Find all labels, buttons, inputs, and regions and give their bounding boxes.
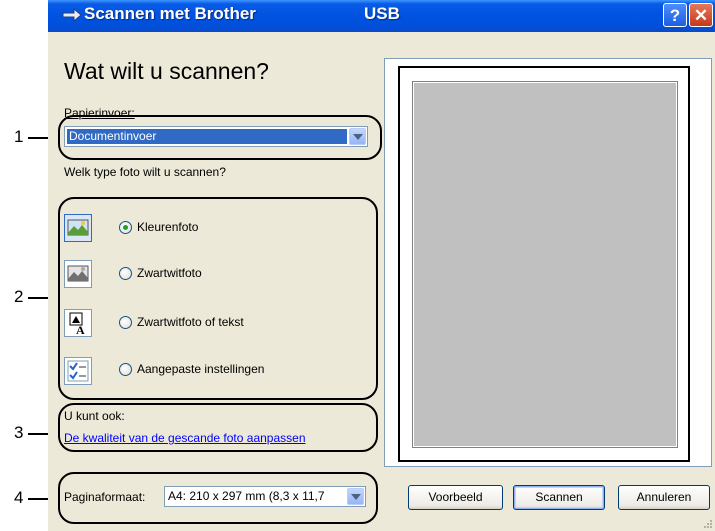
preview-page <box>414 83 676 446</box>
resize-grip-icon[interactable] <box>703 519 713 529</box>
page-title: Wat wilt u scannen? <box>64 58 269 84</box>
callout-number-3: 3 <box>14 423 24 442</box>
callout-outline-3 <box>58 403 378 452</box>
preview-button[interactable]: Voorbeeld <box>408 485 503 510</box>
callout-outline-1 <box>58 115 382 160</box>
title-bar[interactable]: Scannen met Brother USB ? ✕ <box>48 0 715 32</box>
photo-type-question: Welk type foto wilt u scannen? <box>64 165 226 179</box>
scan-button[interactable]: Scannen <box>513 485 605 510</box>
connection-label: USB <box>364 4 400 23</box>
callout-number-1: 1 <box>14 127 24 146</box>
callout-outline-4 <box>58 472 378 524</box>
help-button[interactable]: ? <box>663 3 687 27</box>
callout-number-4: 4 <box>14 488 24 507</box>
window-title: Scannen met Brother <box>84 4 256 23</box>
callout-outline-2 <box>58 197 378 400</box>
close-button[interactable]: ✕ <box>689 3 713 27</box>
cancel-button[interactable]: Annuleren <box>618 485 710 510</box>
callout-number-2: 2 <box>14 287 24 306</box>
scanner-arrow-icon <box>62 7 82 23</box>
